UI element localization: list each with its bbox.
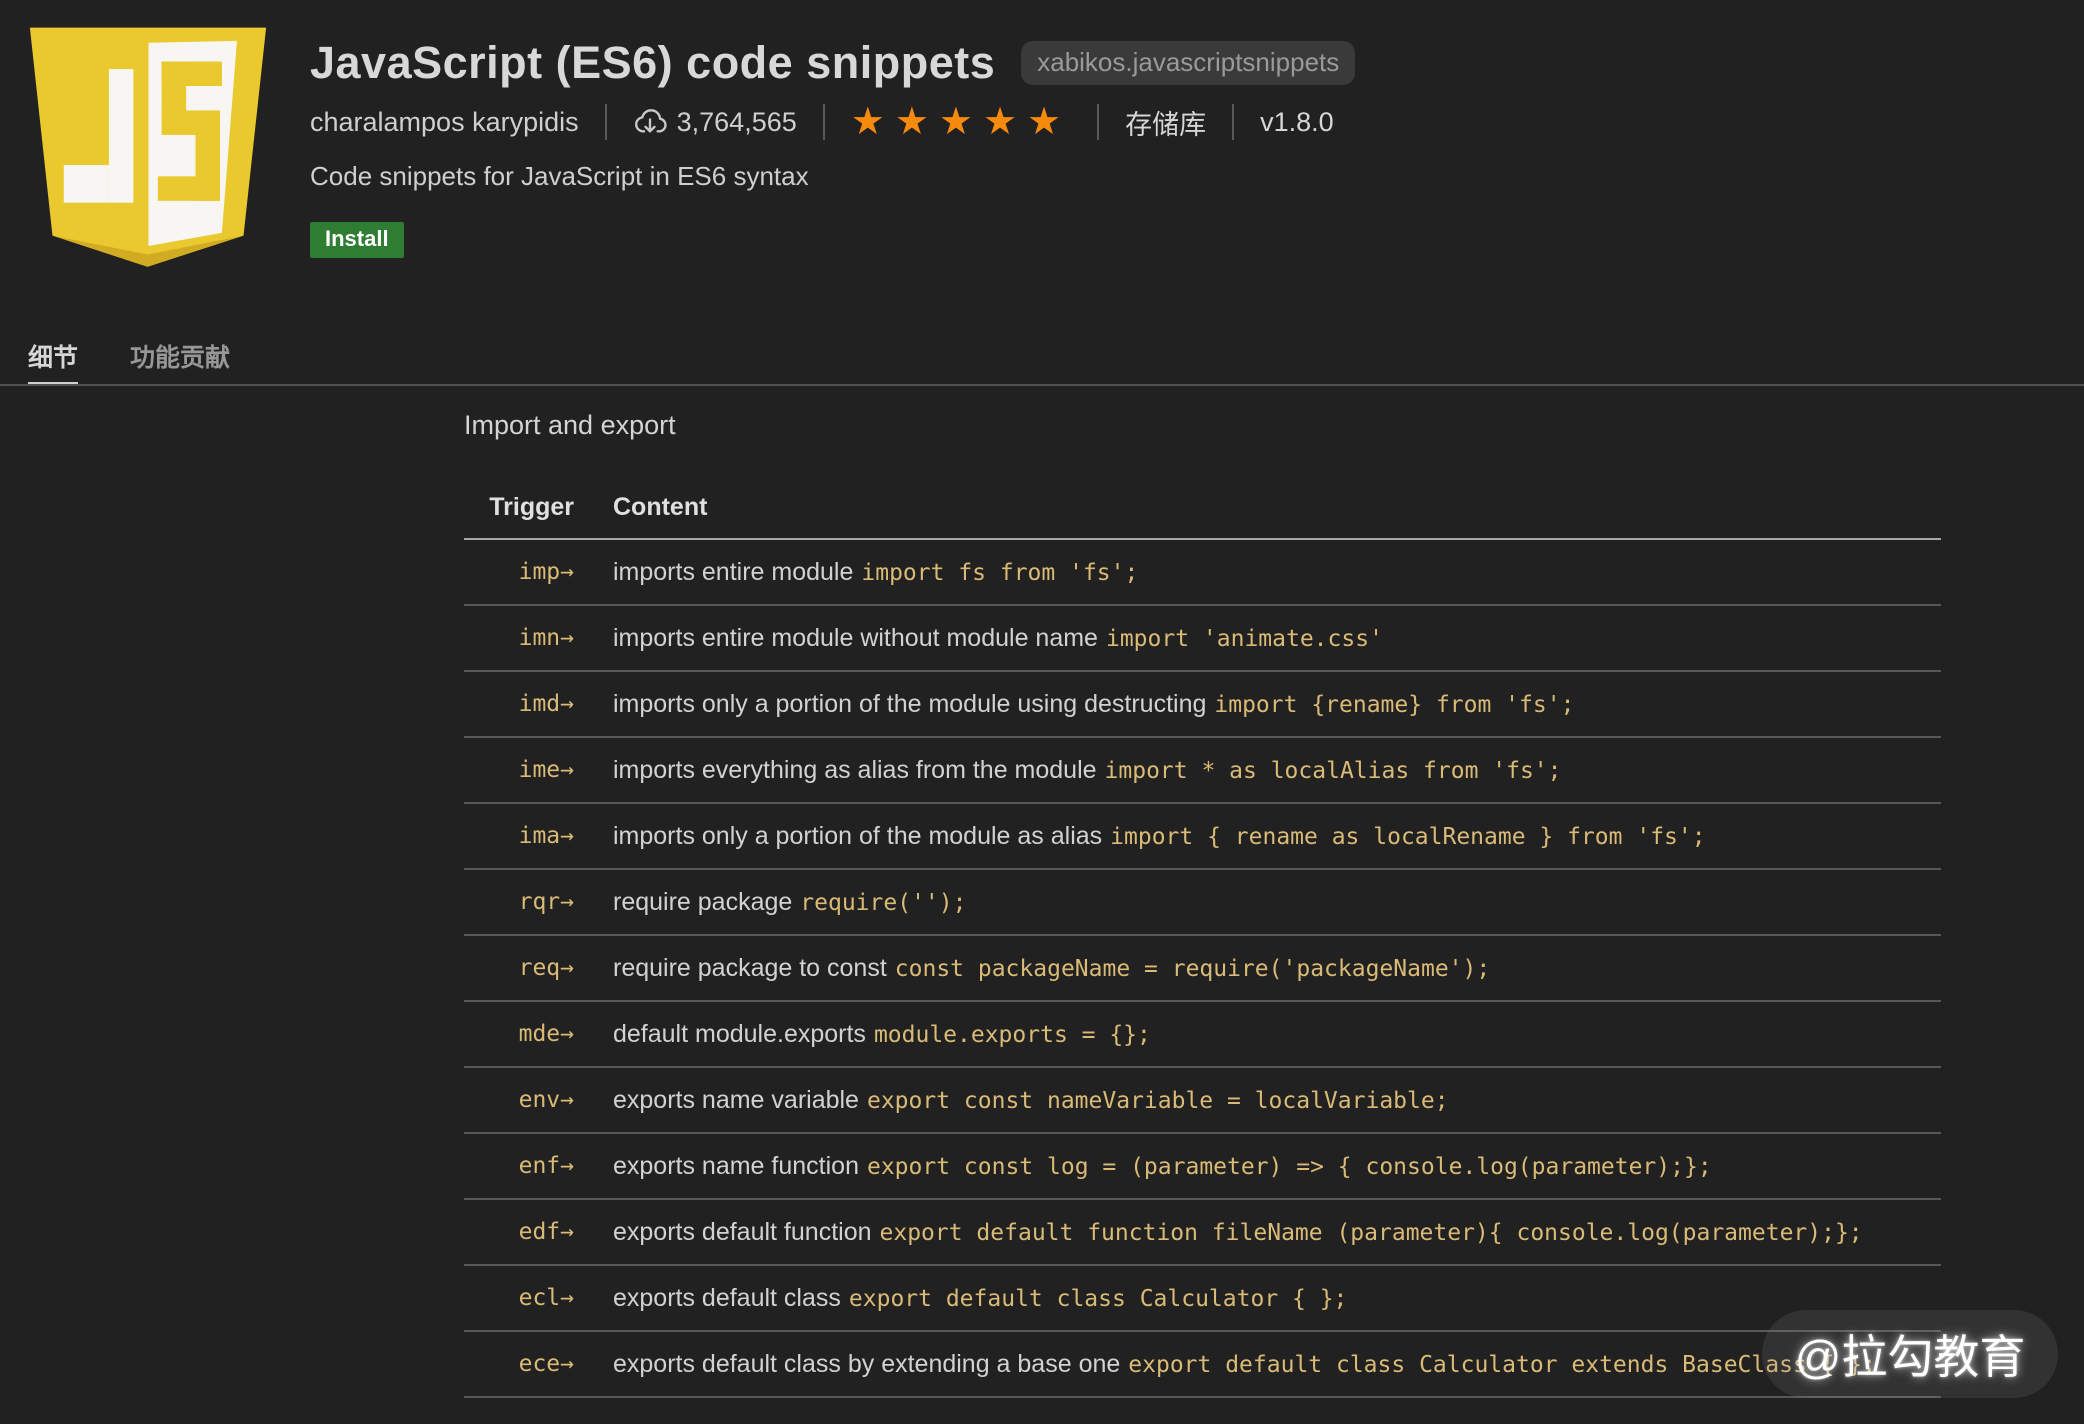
snippet-trigger: imd→ bbox=[464, 671, 574, 738]
rating-stars[interactable]: ★★★★★ bbox=[851, 103, 1071, 141]
section-title: Import and export bbox=[464, 410, 676, 440]
snippet-content-cell: exports name variable export const nameVa… bbox=[574, 1067, 1941, 1134]
snippet-content-cell: exports name function export const log = … bbox=[574, 1133, 1941, 1200]
snippet-trigger: ecl→ bbox=[464, 1265, 574, 1332]
snippet-code: export default function fileName (parame… bbox=[879, 1219, 1863, 1246]
title-row: JavaScript (ES6) code snippets xabikos.j… bbox=[310, 37, 1356, 88]
table-row: ime→ imports everything as alias from the… bbox=[464, 737, 1941, 804]
snippet-description: require package to const bbox=[613, 953, 887, 982]
watermark-badge: @拉勾教育 bbox=[1762, 1310, 2058, 1398]
snippet-trigger: enf→ bbox=[464, 1133, 574, 1200]
table-row: ecl→ exports default class export default … bbox=[464, 1265, 1941, 1332]
table-header-row: Trigger Content bbox=[464, 488, 1941, 540]
meta-separator bbox=[1097, 104, 1100, 140]
meta-separator bbox=[604, 104, 607, 140]
install-button[interactable]: Install bbox=[310, 222, 404, 258]
snippet-code: const packageName = require('packageName… bbox=[894, 955, 1491, 982]
snippet-trigger: req→ bbox=[464, 935, 574, 1002]
snippet-trigger: edf→ bbox=[464, 1199, 574, 1266]
tab-feature-contributions[interactable]: 功能贡献 bbox=[130, 338, 230, 384]
meta-separator bbox=[1232, 104, 1235, 140]
snippet-trigger: ime→ bbox=[464, 737, 574, 804]
snippet-content-cell: imports everything as alias from the mod… bbox=[574, 737, 1941, 804]
snippet-description: exports default class by extending a bas… bbox=[613, 1349, 1121, 1378]
snippet-content-cell: imports entire module import fs from 'fs'… bbox=[574, 539, 1941, 606]
snippet-content-cell: exports default function export default f… bbox=[574, 1199, 1941, 1266]
snippet-code: import fs from 'fs'; bbox=[861, 559, 1139, 586]
extension-id-badge: xabikos.javascriptsnippets bbox=[1021, 41, 1356, 85]
table-row: ece→ exports default class by extending a… bbox=[464, 1331, 1941, 1398]
snippet-content-cell: exports default class by extending a bas… bbox=[574, 1331, 1941, 1398]
snippet-code: export const nameVariable = localVariabl… bbox=[866, 1087, 1449, 1114]
snippets-table: Trigger Content imp→ imports entire modul… bbox=[464, 488, 1941, 1398]
snippet-trigger: env→ bbox=[464, 1067, 574, 1134]
snippet-description: imports entire module bbox=[613, 557, 854, 586]
table-row: edf→ exports default function export defau… bbox=[464, 1199, 1941, 1266]
table-row: env→ exports name variable export const na… bbox=[464, 1067, 1941, 1134]
snippet-description: require package bbox=[613, 887, 793, 916]
extension-description: Code snippets for JavaScript in ES6 synt… bbox=[310, 161, 809, 191]
snippet-trigger: mde→ bbox=[464, 1001, 574, 1068]
snippet-description: exports name function bbox=[613, 1151, 859, 1180]
download-count-value: 3,764,565 bbox=[676, 106, 797, 137]
repository-link[interactable]: 存储库 bbox=[1125, 103, 1206, 142]
snippet-content-cell: imports only a portion of the module as … bbox=[574, 803, 1941, 870]
table-row: rqr→ require package require(''); bbox=[464, 869, 1941, 936]
snippet-trigger: rqr→ bbox=[464, 869, 574, 936]
version-label: v1.8.0 bbox=[1260, 106, 1334, 137]
snippet-trigger: ima→ bbox=[464, 803, 574, 870]
snippet-description: exports default function bbox=[613, 1217, 872, 1246]
snippet-content-cell: imports only a portion of the module usi… bbox=[574, 671, 1941, 738]
snippet-description: imports entire module without module nam… bbox=[613, 623, 1098, 652]
snippet-content-cell: imports entire module without module nam… bbox=[574, 605, 1941, 672]
snippet-trigger: ece→ bbox=[464, 1331, 574, 1398]
table-row: enf→ exports name function export const lo… bbox=[464, 1133, 1941, 1200]
snippet-description: imports only a portion of the module usi… bbox=[613, 689, 1207, 718]
snippet-code: import 'animate.css' bbox=[1105, 625, 1383, 652]
publisher-link[interactable]: charalampos karypidis bbox=[310, 107, 579, 138]
snippet-content-cell: require package to const const packageNam… bbox=[574, 935, 1941, 1002]
snippet-content-cell: default module.exports module.exports = {… bbox=[574, 1001, 1941, 1068]
table-row: imn→ imports entire module without module… bbox=[464, 605, 1941, 672]
tab-details[interactable]: 细节 bbox=[28, 338, 79, 384]
download-count: 3,764,565 bbox=[633, 105, 797, 139]
snippet-trigger: imn→ bbox=[464, 605, 574, 672]
column-header-trigger: Trigger bbox=[464, 488, 574, 540]
meta-separator bbox=[822, 104, 825, 140]
readme-content: Import and export Trigger Content imp→ im… bbox=[464, 386, 1941, 1398]
snippet-description: default module.exports bbox=[613, 1019, 866, 1048]
snippet-description: imports only a portion of the module as … bbox=[613, 821, 1103, 850]
snippet-code: import { rename as localRename } from 'f… bbox=[1110, 823, 1706, 850]
tab-bar: 细节 功能贡献 bbox=[28, 338, 230, 384]
snippet-code: module.exports = {}; bbox=[873, 1021, 1151, 1048]
table-row: req→ require package to const const packag… bbox=[464, 935, 1941, 1002]
snippet-content-cell: require package require(''); bbox=[574, 869, 1941, 936]
snippet-code: require(''); bbox=[800, 889, 967, 916]
table-row: imd→ imports only a portion of the module… bbox=[464, 671, 1941, 738]
table-row: ima→ imports only a portion of the module… bbox=[464, 803, 1941, 870]
table-row: imp→ imports entire module import fs from … bbox=[464, 539, 1941, 606]
table-row: mde→ default module.exports module.exports… bbox=[464, 1001, 1941, 1068]
snippet-trigger: imp→ bbox=[464, 539, 574, 606]
snippets-table-body: imp→ imports entire module import fs from … bbox=[464, 539, 1941, 1398]
extension-header: JavaScript (ES6) code snippets xabikos.j… bbox=[310, 37, 1356, 258]
page-title: JavaScript (ES6) code snippets bbox=[310, 37, 996, 88]
snippet-code: import * as localAlias from 'fs'; bbox=[1104, 757, 1562, 784]
column-header-content: Content bbox=[574, 488, 1941, 540]
extension-meta-row: charalampos karypidis 3,764,565 ★★★★★ 存储… bbox=[310, 102, 1355, 142]
snippet-code: export default class Calculator { }; bbox=[848, 1285, 1348, 1312]
snippet-code: export const log = (parameter) => { cons… bbox=[866, 1153, 1712, 1180]
snippet-content-cell: exports default class export default clas… bbox=[574, 1265, 1941, 1332]
cloud-download-icon bbox=[634, 109, 667, 133]
snippet-description: imports everything as alias from the mod… bbox=[613, 755, 1097, 784]
javascript-logo-icon bbox=[29, 27, 267, 267]
extension-logo bbox=[28, 14, 268, 286]
snippet-description: exports name variable bbox=[613, 1085, 859, 1114]
snippet-code: import {rename} from 'fs'; bbox=[1214, 691, 1575, 718]
snippet-description: exports default class bbox=[613, 1283, 841, 1312]
